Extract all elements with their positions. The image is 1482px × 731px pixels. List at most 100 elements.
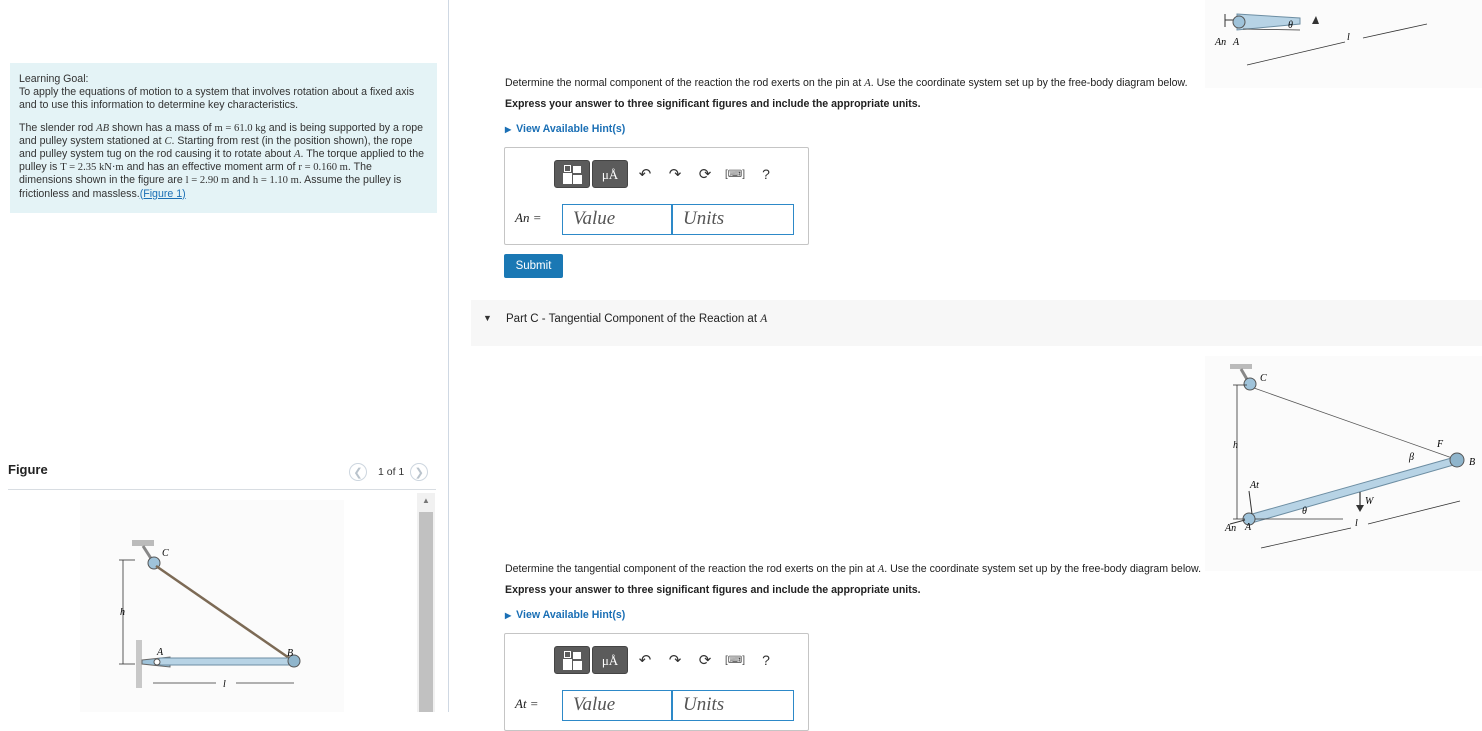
- part-b-units-input[interactable]: Units: [672, 204, 794, 235]
- label-at: At: [1249, 480, 1259, 491]
- w-arrowhead: [1356, 505, 1364, 512]
- label-theta: θ: [1288, 20, 1293, 31]
- part-b-answer-box: μÅ ↶ ↷ ⟳ [⌨] ? An = Value Units: [504, 147, 809, 245]
- templates-button[interactable]: [554, 646, 590, 674]
- rod-ab: [157, 657, 295, 666]
- chevron-left-icon: ❮: [353, 466, 363, 479]
- part-c-units-input[interactable]: Units: [672, 690, 794, 721]
- figure-count: 1 of 1: [378, 466, 405, 478]
- label-f: F: [1436, 439, 1444, 450]
- part-c-value-input[interactable]: Value: [562, 690, 672, 721]
- part-c-title: Part C - Tangential Component of the Rea…: [506, 313, 768, 325]
- label-theta: θ: [1302, 506, 1307, 517]
- undo-icon[interactable]: ↶: [632, 165, 658, 183]
- w-arrowhead: [1312, 16, 1319, 24]
- reset-icon[interactable]: ⟳: [692, 165, 718, 183]
- part-c-toolbar: μÅ ↶ ↷ ⟳ [⌨] ?: [554, 645, 778, 675]
- keyboard-icon[interactable]: [⌨]: [722, 169, 748, 180]
- length-value: l = 2.90 m: [185, 175, 230, 187]
- label-beta: β: [1408, 452, 1414, 463]
- label-l: l: [1347, 32, 1350, 43]
- part-b-toolbar: μÅ ↶ ↷ ⟳ [⌨] ?: [554, 159, 778, 189]
- label-an: An: [1214, 37, 1226, 48]
- pin-a: [1232, 15, 1246, 29]
- help-button[interactable]: ?: [754, 652, 778, 668]
- fbd-svg: C h F β B At An A θ W l: [1224, 364, 1475, 549]
- figure-divider: [8, 489, 436, 490]
- part-b-prompt: Determine the normal component of the re…: [505, 77, 1188, 89]
- triangle-right-icon: ▶: [505, 611, 512, 620]
- l-dimension-line-right: [1367, 500, 1461, 525]
- part-b-answer-label: An =: [515, 210, 542, 225]
- part-b-value-input[interactable]: Value: [562, 204, 672, 235]
- redo-icon[interactable]: ↷: [662, 165, 688, 183]
- ceiling-mount: [132, 540, 154, 546]
- chevron-right-icon: ❯: [414, 466, 424, 479]
- figure-title: Figure: [8, 462, 48, 477]
- templates-button[interactable]: [554, 160, 590, 188]
- learning-goal-text: To apply the equations of motion to a sy…: [19, 86, 415, 112]
- redo-icon[interactable]: ↷: [662, 651, 688, 669]
- figure-scrollbar[interactable]: ▲: [417, 493, 435, 712]
- label-a: A: [156, 647, 164, 658]
- left-pane: Learning Goal: To apply the equations of…: [0, 0, 448, 712]
- scrollbar-thumb[interactable]: [419, 512, 433, 712]
- figure-link[interactable]: (Figure 1): [140, 188, 186, 200]
- prev-figure-button[interactable]: ❮: [349, 463, 367, 481]
- l-dimension-line-right: [1362, 23, 1428, 39]
- ceiling-mount: [1230, 364, 1252, 369]
- problem-statement: The slender rod AB shown has a mass of m…: [19, 121, 425, 200]
- wall-mount: [136, 640, 142, 688]
- at-arrow: [1248, 490, 1253, 515]
- label-b: B: [287, 648, 293, 659]
- part-c-header[interactable]: ▼ Part C - Tangential Component of the R…: [471, 300, 1482, 346]
- keyboard-icon[interactable]: [⌨]: [722, 655, 748, 666]
- label-w: W: [1365, 496, 1375, 507]
- label-h: h: [120, 607, 125, 618]
- l-dimension-line: [1246, 41, 1346, 66]
- part-c-answer-box: μÅ ↶ ↷ ⟳ [⌨] ? At = Value Units: [504, 633, 809, 731]
- rope-line: [1253, 387, 1456, 460]
- part-c-prompt: Determine the tangential component of th…: [505, 563, 1202, 575]
- mass-value: m = 61.0 kg: [214, 122, 266, 134]
- l-label-gap: [216, 676, 236, 690]
- height-value: h = 1.10 m: [252, 175, 299, 187]
- next-figure-button[interactable]: ❯: [410, 463, 429, 481]
- torque-value: T = 2.35 kN·m: [60, 162, 124, 174]
- rod-pulley-diagram: C h A B l: [119, 540, 301, 690]
- label-a: A: [1232, 37, 1240, 48]
- triangle-down-icon: ▼: [483, 313, 492, 323]
- rod-ab: [1244, 456, 1458, 525]
- label-l: l: [1355, 518, 1358, 529]
- label-c: C: [162, 548, 169, 559]
- fbd-top-svg: θ An A l: [1214, 13, 1428, 66]
- part-b-instructions: Express your answer to three significant…: [505, 98, 921, 110]
- label-b: B: [1469, 457, 1475, 468]
- undo-icon[interactable]: ↶: [632, 651, 658, 669]
- label-an: An: [1224, 523, 1236, 534]
- label-l: l: [223, 679, 226, 690]
- end-b: [1449, 452, 1465, 468]
- submit-button[interactable]: Submit: [504, 254, 563, 278]
- pin-a: [153, 658, 161, 666]
- part-b-hint-toggle[interactable]: ▶ View Available Hint(s): [505, 123, 625, 135]
- label-h: h: [1233, 440, 1238, 451]
- reset-icon[interactable]: ⟳: [692, 651, 718, 669]
- part-c-hint-toggle[interactable]: ▶ View Available Hint(s): [505, 609, 625, 621]
- rope: [155, 564, 293, 662]
- label-a: A: [1244, 522, 1252, 533]
- units-symbols-button[interactable]: μÅ: [592, 160, 628, 188]
- units-symbols-button[interactable]: μÅ: [592, 646, 628, 674]
- learning-goal-heading: Learning Goal:: [19, 73, 89, 85]
- help-button[interactable]: ?: [754, 166, 778, 182]
- figure-image: C h A B l: [80, 500, 344, 712]
- label-c: C: [1260, 373, 1267, 384]
- triangle-right-icon: ▶: [505, 125, 512, 134]
- pane-divider[interactable]: [448, 0, 449, 712]
- l-dimension-line: [1260, 527, 1352, 549]
- moment-arm-value: r = 0.160 m: [298, 162, 348, 174]
- learning-goal-box: Learning Goal: To apply the equations of…: [10, 63, 437, 213]
- part-c-answer-label: At =: [515, 696, 539, 711]
- scroll-up-arrow-icon[interactable]: ▲: [417, 493, 435, 507]
- part-c-instructions: Express your answer to three significant…: [505, 584, 921, 596]
